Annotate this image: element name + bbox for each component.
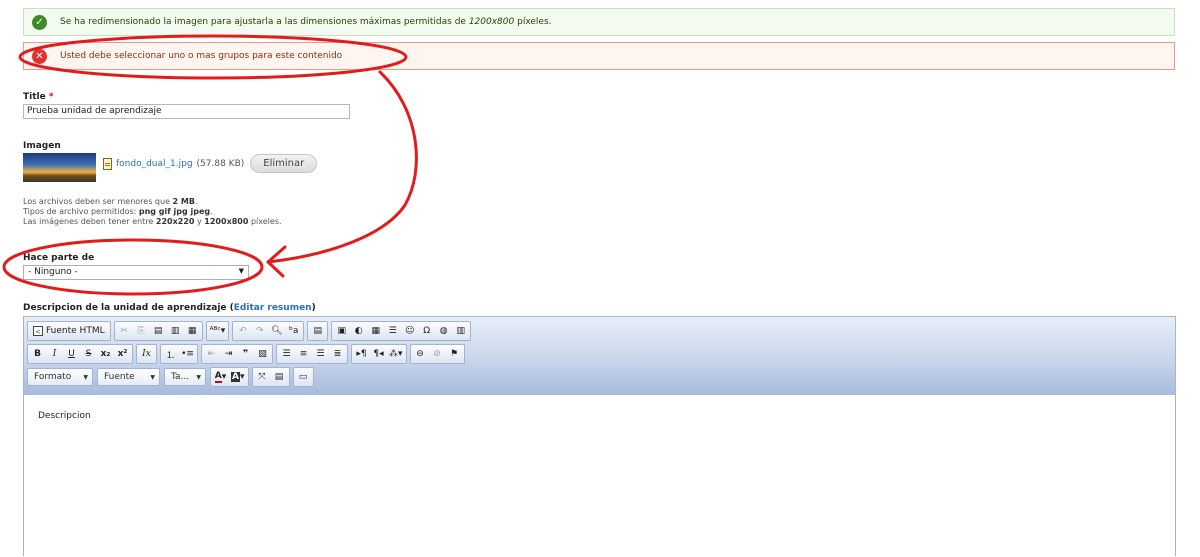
redo-icon[interactable]: ↷: [251, 323, 268, 339]
table-icon[interactable]: ▦: [367, 323, 384, 339]
required-mark: *: [48, 92, 54, 102]
align-left-icon[interactable]: ☰: [278, 346, 295, 362]
special-char-icon[interactable]: Ω: [418, 323, 435, 339]
group-select[interactable]: - Ninguno - ▼: [23, 265, 249, 280]
font-dropdown[interactable]: Fuente ▼: [97, 368, 160, 386]
underline-button[interactable]: U: [63, 346, 80, 362]
justify-icon[interactable]: ≣: [329, 346, 346, 362]
file-row: fondo_dual_1.jpg (57.88 KB) Eliminar: [103, 154, 318, 173]
horizontal-line-icon[interactable]: ☰: [384, 323, 401, 339]
superscript-button[interactable]: x²: [114, 346, 131, 362]
check-icon: ✓: [32, 15, 47, 30]
outdent-icon[interactable]: ⇤: [203, 346, 220, 362]
image-icon[interactable]: ▣: [333, 323, 350, 339]
align-right-icon[interactable]: ☰: [312, 346, 329, 362]
title-input[interactable]: Prueba unidad de aprendizaje: [23, 104, 350, 119]
image-label: Imagen: [23, 141, 61, 151]
select-all-icon[interactable]: ▤: [309, 323, 326, 339]
editor-content[interactable]: Descripcion: [24, 395, 1175, 557]
link-icon[interactable]: ⊖: [412, 346, 429, 362]
error-message: ✕ Usted debe seleccionar uno o mas grupo…: [23, 42, 1175, 70]
spellcheck-icon[interactable]: ᴬᴮᶜ▾: [208, 323, 228, 339]
language-icon[interactable]: ⁂▾: [387, 346, 405, 362]
error-x-icon: ✕: [32, 49, 47, 64]
error-message-text: Usted debe seleccionar uno o mas grupos …: [60, 51, 343, 61]
status-message: ✓ Se ha redimensionado la imagen para aj…: [23, 8, 1175, 36]
replace-icon[interactable]: ᵇa: [285, 323, 302, 339]
iframe-icon[interactable]: ◍: [435, 323, 452, 339]
annotation-arrow-head: [266, 245, 287, 278]
bulleted-list-icon[interactable]: •≡: [179, 346, 196, 362]
subscript-button[interactable]: x₂: [97, 346, 114, 362]
indent-icon[interactable]: ⇥: [220, 346, 237, 362]
edit-summary-link[interactable]: Editar resumen: [234, 303, 312, 313]
flash-icon[interactable]: ◐: [350, 323, 367, 339]
paste-icon[interactable]: ▤: [150, 323, 167, 339]
text-color-button[interactable]: A ▾: [212, 369, 229, 385]
undo-icon[interactable]: ↶: [234, 323, 251, 339]
bg-color-button[interactable]: A ▾: [229, 369, 247, 385]
remove-image-button[interactable]: Eliminar: [250, 154, 318, 173]
show-blocks-icon[interactable]: ▤: [271, 369, 288, 385]
rtl-icon[interactable]: ¶◂: [370, 346, 387, 362]
file-link[interactable]: fondo_dual_1.jpg: [116, 159, 193, 169]
source-icon: <: [33, 326, 43, 336]
group-label: Hace parte de: [23, 253, 95, 263]
file-icon: [103, 157, 112, 170]
rich-text-editor: < Fuente HTML ✂ ⎘ ▤ ▥ ▦ ᴬᴮᶜ▾ ↶ ↷ 🔍︎ ᵇa ▤ …: [23, 316, 1176, 557]
file-size: (57.88 KB): [196, 158, 245, 169]
ltr-icon[interactable]: ▸¶: [353, 346, 370, 362]
title-label: Title *: [23, 92, 54, 102]
image-help-text: Los archivos deben ser menores que 2 MB.…: [23, 197, 282, 226]
italic-button[interactable]: I: [46, 346, 63, 362]
dropdown-arrow-icon: ▼: [238, 267, 244, 275]
numbered-list-icon[interactable]: ⒈: [162, 346, 179, 362]
size-dropdown[interactable]: Ta... ▼: [164, 368, 206, 386]
div-icon[interactable]: ▧: [254, 346, 271, 362]
group-select-value: - Ninguno -: [28, 267, 78, 277]
anchor-flag-icon[interactable]: ⚑: [446, 346, 463, 362]
smiley-icon[interactable]: ☺: [401, 323, 418, 339]
media-icon[interactable]: ▥: [452, 323, 469, 339]
bold-button[interactable]: B: [29, 346, 46, 362]
image-thumbnail: [23, 153, 96, 182]
format-dropdown[interactable]: Formato ▼: [27, 368, 93, 386]
unlink-icon[interactable]: ⊘: [429, 346, 446, 362]
status-message-text: Se ha redimensionado la imagen para ajus…: [60, 17, 552, 27]
cut-icon[interactable]: ✂: [116, 323, 133, 339]
align-center-icon[interactable]: ≡: [295, 346, 312, 362]
source-html-button[interactable]: < Fuente HTML: [29, 323, 109, 339]
svg-text:<: <: [35, 328, 41, 336]
templates-icon[interactable]: ▭: [295, 369, 312, 385]
paste-word-icon[interactable]: ▦: [184, 323, 201, 339]
remove-format-button[interactable]: Ix: [138, 346, 155, 362]
copy-icon[interactable]: ⎘: [133, 323, 150, 339]
paste-text-icon[interactable]: ▥: [167, 323, 184, 339]
strikethrough-button[interactable]: S: [80, 346, 97, 362]
find-icon[interactable]: 🔍︎: [268, 323, 285, 339]
maximize-icon[interactable]: ⤧: [254, 369, 271, 385]
editor-toolbar: < Fuente HTML ✂ ⎘ ▤ ▥ ▦ ᴬᴮᶜ▾ ↶ ↷ 🔍︎ ᵇa ▤ …: [24, 317, 1175, 395]
description-label: Descripcion de la unidad de aprendizaje …: [23, 303, 316, 313]
blockquote-icon[interactable]: ❞: [237, 346, 254, 362]
